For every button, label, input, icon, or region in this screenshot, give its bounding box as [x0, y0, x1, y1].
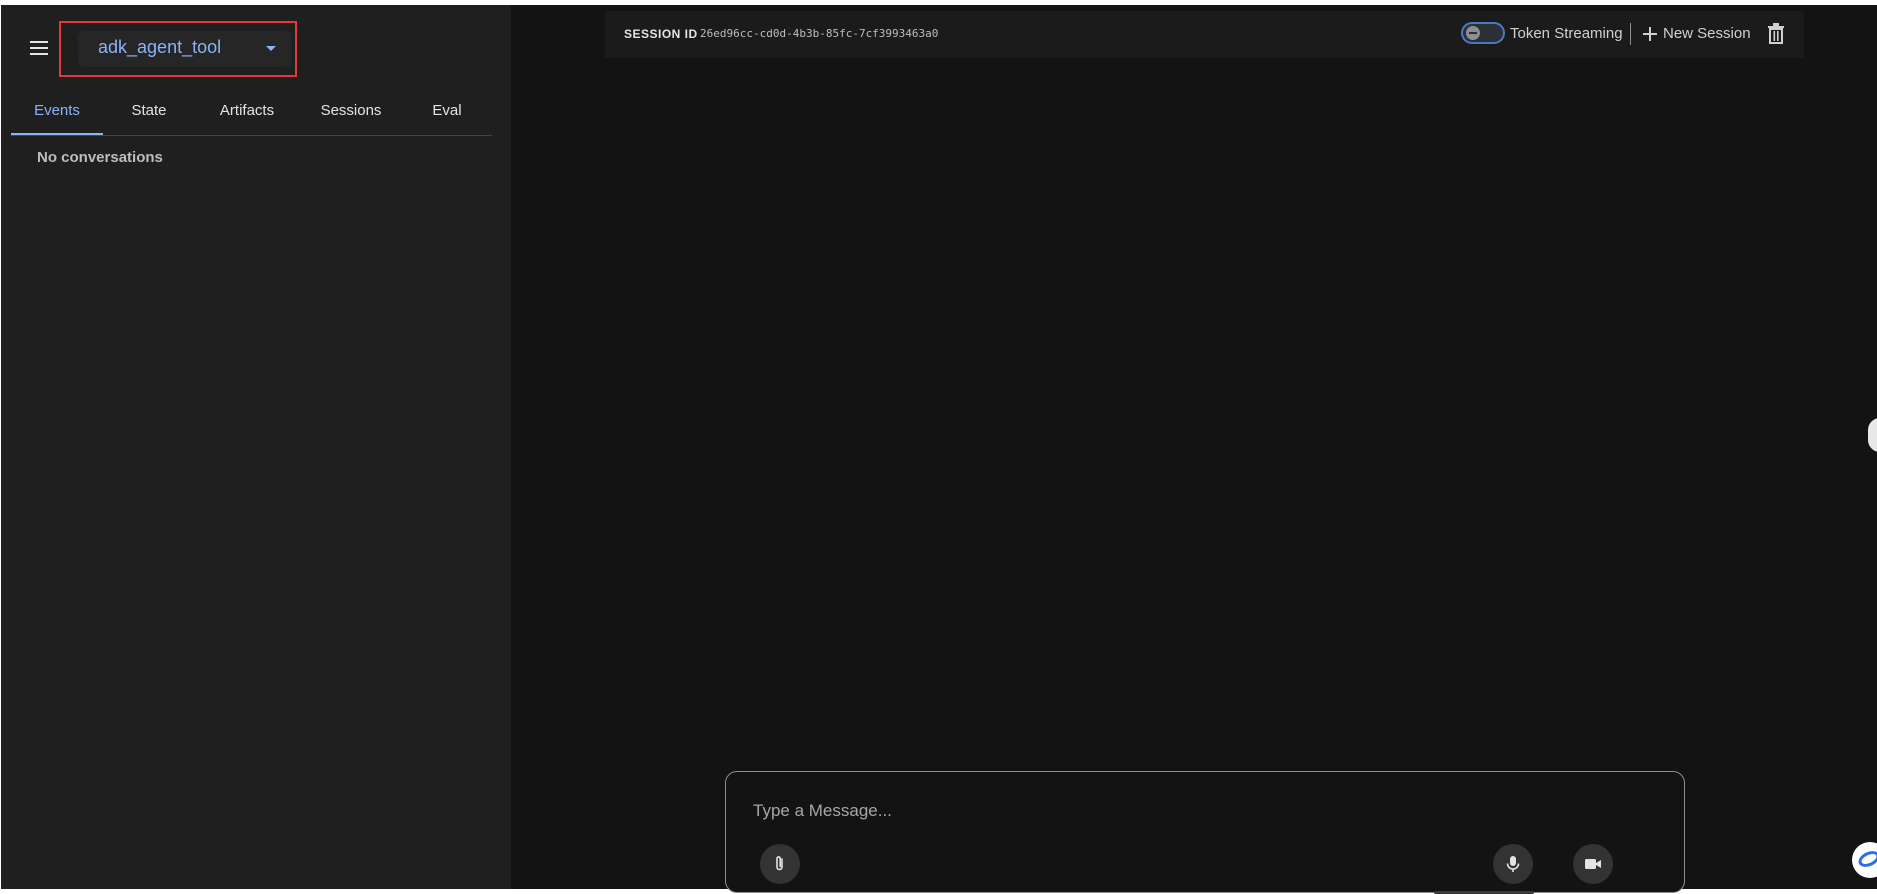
plus-icon [1643, 27, 1657, 41]
highlight-box [59, 21, 297, 77]
video-button[interactable] [1573, 844, 1613, 884]
session-id-label: SESSION ID [624, 27, 698, 41]
tab-sessions[interactable]: Sessions [299, 91, 403, 133]
tab-eval[interactable]: Eval [403, 91, 491, 133]
attach-button[interactable] [760, 844, 800, 884]
session-id-value: 26ed96cc-cd0d-4b3b-85fc-7cf3993463a0 [700, 27, 939, 40]
paperclip-icon [776, 856, 783, 871]
microphone-icon [1506, 856, 1520, 872]
main-panel: SESSION ID 26ed96cc-cd0d-4b3b-85fc-7cf39… [511, 5, 1877, 894]
tab-state[interactable]: State [103, 91, 195, 133]
message-input[interactable] [751, 798, 1655, 824]
message-composer [725, 771, 1685, 893]
trash-icon[interactable] [1767, 23, 1785, 45]
toggle-icon [1466, 26, 1480, 40]
token-streaming-label: Token Streaming [1510, 25, 1623, 42]
side-panel-toggle[interactable] [1868, 418, 1877, 452]
empty-conversations-message: No conversations [37, 149, 163, 166]
app-window: adk_agent_tool Events State Artifacts Se… [0, 0, 1877, 894]
tab-artifacts[interactable]: Artifacts [195, 91, 299, 133]
token-streaming-toggle[interactable] [1461, 22, 1505, 44]
tab-bar: Events State Artifacts Sessions Eval [11, 91, 492, 136]
menu-icon[interactable] [27, 36, 51, 60]
tab-events[interactable]: Events [11, 91, 103, 135]
new-session-label: New Session [1663, 25, 1751, 42]
sidebar: adk_agent_tool Events State Artifacts Se… [1, 5, 511, 889]
logo-ring [1856, 848, 1877, 870]
microphone-button[interactable] [1493, 844, 1533, 884]
session-toolbar: SESSION ID 26ed96cc-cd0d-4b3b-85fc-7cf39… [605, 11, 1804, 58]
toolbar-divider [1630, 23, 1631, 45]
video-camera-icon [1585, 859, 1601, 869]
